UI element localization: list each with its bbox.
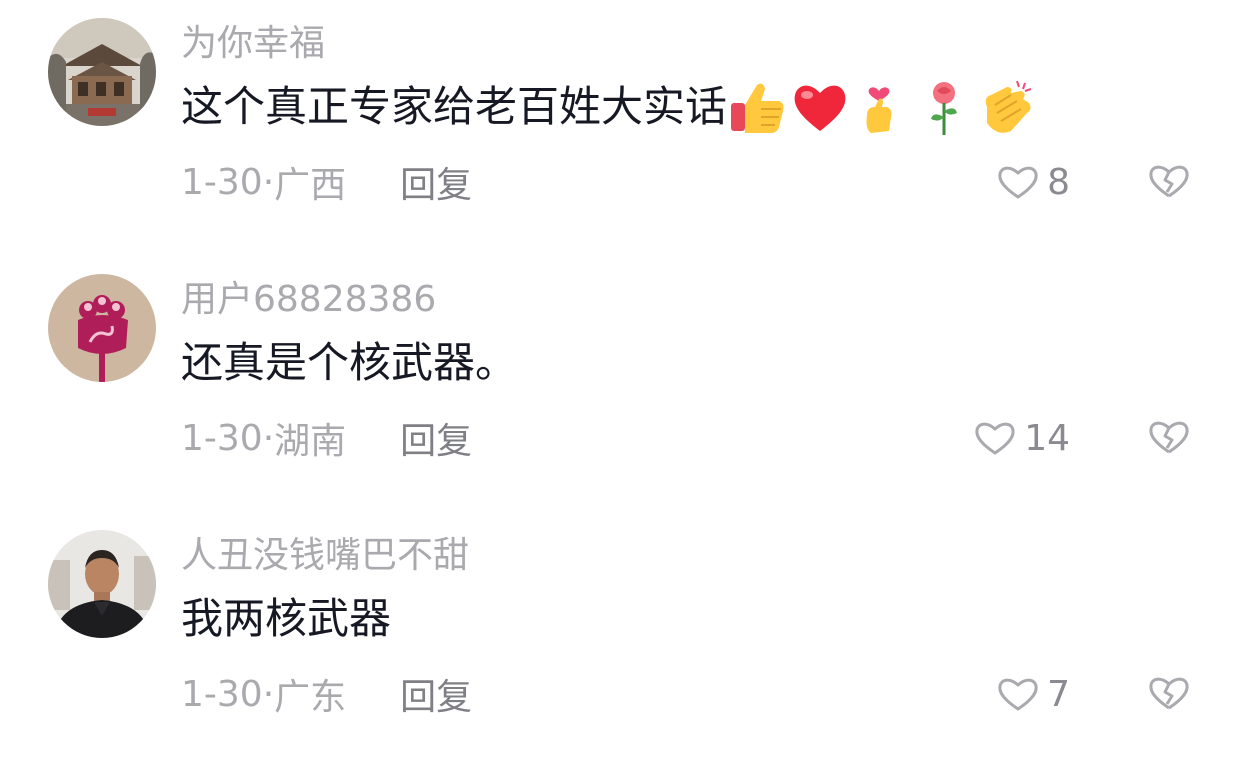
comment-text-row: 这个真正专家给老百姓大实话 bbox=[181, 76, 1039, 138]
comment-meta: 1-30 · 广西 回复 bbox=[181, 156, 472, 208]
like-button[interactable]: 8 bbox=[997, 160, 1070, 204]
avatar[interactable] bbox=[48, 530, 156, 638]
comment-region: 湖南 bbox=[274, 421, 347, 462]
reply-button[interactable]: 回复 bbox=[400, 412, 472, 464]
meta-separator: · bbox=[262, 673, 275, 715]
red-heart-emoji-icon bbox=[791, 77, 849, 137]
comment-meta: 1-30 · 广东 回复 bbox=[181, 668, 472, 720]
comment-item: 用户68828386 还真是个核武器。 1-30 · 湖南 回复 14 bbox=[0, 256, 1242, 506]
emoji-group bbox=[729, 77, 1039, 137]
like-button[interactable]: 7 bbox=[997, 672, 1070, 716]
heart-outline-icon[interactable] bbox=[997, 675, 1039, 713]
clapping-hands-emoji-icon bbox=[977, 77, 1035, 137]
username[interactable]: 为你幸福 bbox=[181, 20, 325, 68]
default-flower-avatar-image bbox=[48, 274, 156, 382]
avatar[interactable] bbox=[48, 18, 156, 126]
reply-button[interactable]: 回复 bbox=[400, 156, 472, 208]
comment-region: 广东 bbox=[274, 677, 347, 718]
broken-heart-icon[interactable] bbox=[1148, 674, 1190, 712]
username[interactable]: 用户68828386 bbox=[181, 276, 436, 324]
comment-region: 广西 bbox=[274, 165, 347, 206]
comment-item: 人丑没钱嘴巴不甜 我两核武器 1-30 · 广东 回复 7 bbox=[0, 512, 1242, 762]
like-count: 14 bbox=[1024, 417, 1070, 459]
like-button[interactable]: 14 bbox=[974, 416, 1070, 460]
comment-date: 1-30 bbox=[181, 673, 263, 715]
comment-text: 还真是个核武器。 bbox=[181, 338, 518, 387]
broken-heart-icon[interactable] bbox=[1148, 418, 1190, 456]
rose-emoji-icon bbox=[915, 77, 973, 137]
meta-separator: · bbox=[262, 161, 275, 203]
heart-outline-icon[interactable] bbox=[974, 419, 1016, 457]
comment-item: 为你幸福 这个真正专家给老百姓大实话 1-30 · 广西 回复 8 bbox=[0, 0, 1242, 250]
like-count: 8 bbox=[1047, 161, 1070, 203]
man-photo-image bbox=[48, 530, 156, 638]
comment-text: 这个真正专家给老百姓大实话 bbox=[181, 82, 728, 131]
heart-outline-icon[interactable] bbox=[997, 163, 1039, 201]
broken-heart-icon[interactable] bbox=[1148, 162, 1190, 200]
comment-date: 1-30 bbox=[181, 417, 263, 459]
meta-separator: · bbox=[262, 417, 275, 459]
avatar[interactable] bbox=[48, 274, 156, 382]
comment-text: 我两核武器 bbox=[181, 594, 392, 643]
thumbs-up-emoji-icon bbox=[729, 77, 787, 137]
comment-meta: 1-30 · 湖南 回复 bbox=[181, 412, 472, 464]
finger-heart-emoji-icon bbox=[853, 77, 911, 137]
like-count: 7 bbox=[1047, 673, 1070, 715]
temple-photo-image bbox=[48, 18, 156, 126]
comment-text-row: 还真是个核武器。 bbox=[181, 332, 517, 394]
comment-date: 1-30 bbox=[181, 161, 263, 203]
comment-text-row: 我两核武器 bbox=[181, 588, 391, 650]
username[interactable]: 人丑没钱嘴巴不甜 bbox=[181, 532, 469, 580]
reply-button[interactable]: 回复 bbox=[400, 668, 472, 720]
